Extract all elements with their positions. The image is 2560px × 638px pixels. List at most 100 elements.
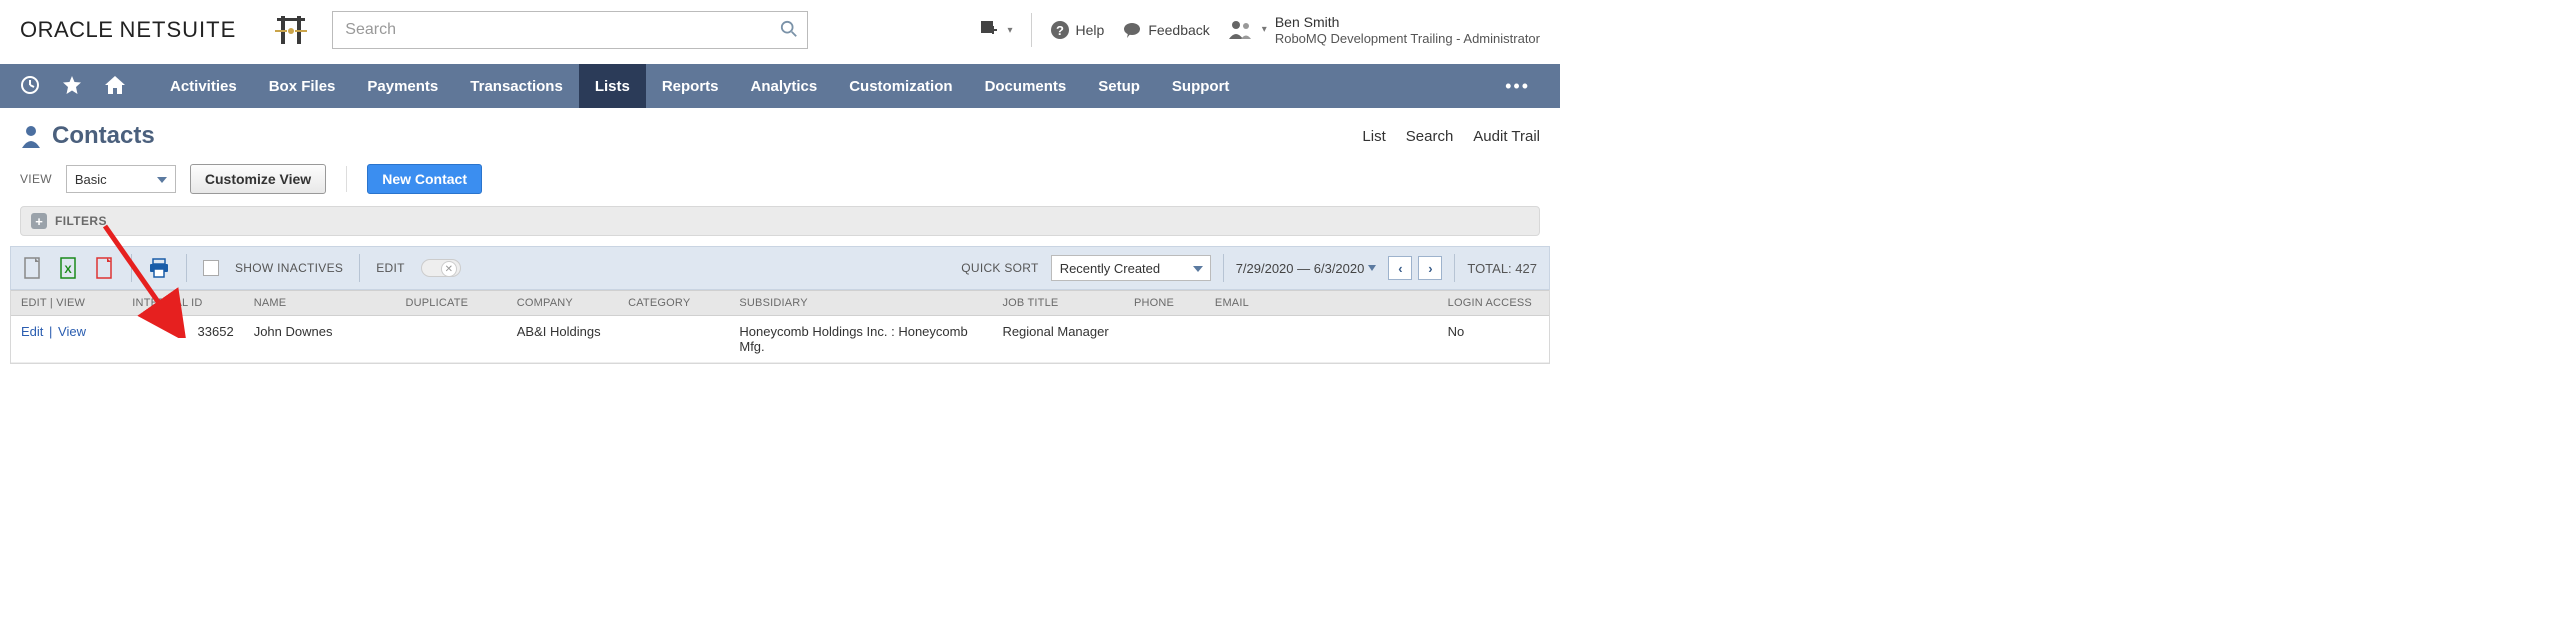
quicksort-select[interactable]: Recently Created (1051, 255, 1211, 281)
customize-view-button[interactable]: Customize View (190, 164, 326, 194)
cell-email (1205, 316, 1438, 363)
search-icon[interactable] (780, 20, 798, 41)
page-prev-button[interactable]: ‹ (1388, 256, 1412, 280)
nav-activities[interactable]: Activities (154, 64, 253, 108)
nav-analytics[interactable]: Analytics (735, 64, 834, 108)
cell-duplicate (395, 316, 506, 363)
divider (1454, 254, 1455, 282)
svg-text:X: X (64, 264, 72, 276)
user-name: Ben Smith (1275, 14, 1540, 31)
table-header-row: EDIT | VIEW INTERNAL ID NAME DUPLICATE C… (11, 291, 1549, 316)
col-name[interactable]: NAME (244, 291, 396, 316)
show-inactives-label: SHOW INACTIVES (235, 261, 343, 275)
date-range-text: 7/29/2020 — 6/3/2020 (1236, 261, 1365, 276)
link-separator: | (47, 324, 54, 339)
export-csv-icon[interactable] (23, 257, 43, 279)
view-label: VIEW (20, 172, 52, 186)
new-contact-button[interactable]: New Contact (367, 164, 482, 194)
main-nav: Activities Box Files Payments Transactio… (0, 64, 1560, 108)
col-subsidiary[interactable]: SUBSIDIARY (729, 291, 992, 316)
nav-reports[interactable]: Reports (646, 64, 735, 108)
nav-payments[interactable]: Payments (351, 64, 454, 108)
divider (131, 254, 132, 282)
nav-setup[interactable]: Setup (1082, 64, 1156, 108)
col-category[interactable]: CATEGORY (618, 291, 729, 316)
shortcuts-star-icon[interactable] (62, 75, 82, 98)
cell-phone (1124, 316, 1205, 363)
contacts-table: EDIT | VIEW INTERNAL ID NAME DUPLICATE C… (10, 290, 1550, 364)
chevron-down-icon (1368, 265, 1376, 271)
filters-label: FILTERS (55, 214, 107, 228)
export-pdf-icon[interactable] (95, 257, 115, 279)
page-next-button[interactable]: › (1418, 256, 1442, 280)
divider (1031, 13, 1032, 47)
divider (359, 254, 360, 282)
quicksort-label: QUICK SORT (961, 261, 1038, 275)
page-action-list[interactable]: List (1362, 128, 1385, 145)
user-icon (1228, 19, 1254, 41)
contact-icon (20, 124, 42, 148)
total-value: 427 (1515, 261, 1537, 276)
view-select[interactable]: Basic (66, 165, 176, 193)
top-bar: ORACLE NETSUITE ▾ ? Help Feedback (0, 0, 1560, 64)
view-row: VIEW Basic Customize View New Contact (0, 160, 1560, 206)
col-email[interactable]: EMAIL (1205, 291, 1438, 316)
table-toolbar: X SHOW INACTIVES EDIT QUICK SORT Recentl… (10, 246, 1550, 290)
page-action-audit[interactable]: Audit Trail (1473, 128, 1540, 145)
nav-items: Activities Box Files Payments Transactio… (154, 64, 1245, 108)
oracle-logo: ORACLE (20, 17, 113, 43)
divider (1223, 254, 1224, 282)
date-range-select[interactable]: 7/29/2020 — 6/3/2020 (1236, 261, 1377, 276)
cell-name: John Downes (244, 316, 396, 363)
home-icon[interactable] (104, 75, 126, 98)
nav-transactions[interactable]: Transactions (454, 64, 579, 108)
row-view-link[interactable]: View (58, 324, 86, 339)
nav-more-icon[interactable]: ••• (1495, 76, 1540, 97)
expand-filters-icon[interactable]: + (31, 213, 47, 229)
col-company[interactable]: COMPANY (507, 291, 618, 316)
col-edit-view[interactable]: EDIT | VIEW (11, 291, 122, 316)
quicksort-value: Recently Created (1060, 261, 1160, 276)
help-link[interactable]: ? Help (1050, 20, 1105, 40)
cell-internal-id: 33652 (122, 316, 243, 363)
cell-category (618, 316, 729, 363)
col-duplicate[interactable]: DUPLICATE (395, 291, 506, 316)
feedback-link[interactable]: Feedback (1122, 20, 1209, 40)
feedback-label: Feedback (1148, 22, 1209, 38)
cell-company: AB&I Holdings (507, 316, 618, 363)
filters-bar[interactable]: + FILTERS (20, 206, 1540, 236)
edit-toggle[interactable] (421, 259, 461, 277)
divider (346, 166, 347, 192)
svg-text:?: ? (1056, 23, 1064, 38)
print-icon[interactable] (148, 258, 170, 278)
nav-box-files[interactable]: Box Files (253, 64, 352, 108)
edit-toggle-label: EDIT (376, 261, 405, 275)
company-logo-icon (266, 12, 316, 48)
recent-records-icon[interactable] (20, 75, 40, 98)
page-action-search[interactable]: Search (1406, 128, 1454, 145)
nav-lists[interactable]: Lists (579, 64, 646, 108)
page-title: Contacts (52, 122, 155, 150)
nav-documents[interactable]: Documents (969, 64, 1083, 108)
col-job-title[interactable]: JOB TITLE (992, 291, 1124, 316)
nav-customization[interactable]: Customization (833, 64, 968, 108)
help-label: Help (1076, 22, 1105, 38)
view-select-value: Basic (75, 172, 107, 187)
col-internal-id[interactable]: INTERNAL ID (122, 291, 243, 316)
divider (186, 254, 187, 282)
export-excel-icon[interactable]: X (59, 257, 79, 279)
global-search (332, 11, 808, 49)
show-inactives-checkbox[interactable] (203, 260, 219, 276)
search-input[interactable] (332, 11, 808, 49)
nav-support[interactable]: Support (1156, 64, 1246, 108)
total-label: TOTAL: 427 (1467, 261, 1537, 276)
table-row: Edit | View 33652 John Downes AB&I Holdi… (11, 316, 1549, 363)
row-edit-link[interactable]: Edit (21, 324, 43, 339)
col-login-access[interactable]: LOGIN ACCESS (1438, 291, 1549, 316)
user-menu[interactable]: ▾ Ben Smith RoboMQ Development Trailing … (1228, 14, 1540, 46)
create-new-icon[interactable]: ▾ (979, 19, 1012, 41)
col-phone[interactable]: PHONE (1124, 291, 1205, 316)
page-header: Contacts List Search Audit Trail (0, 108, 1560, 160)
cell-job-title: Regional Manager (992, 316, 1124, 363)
total-label-text: TOTAL: (1467, 261, 1511, 276)
